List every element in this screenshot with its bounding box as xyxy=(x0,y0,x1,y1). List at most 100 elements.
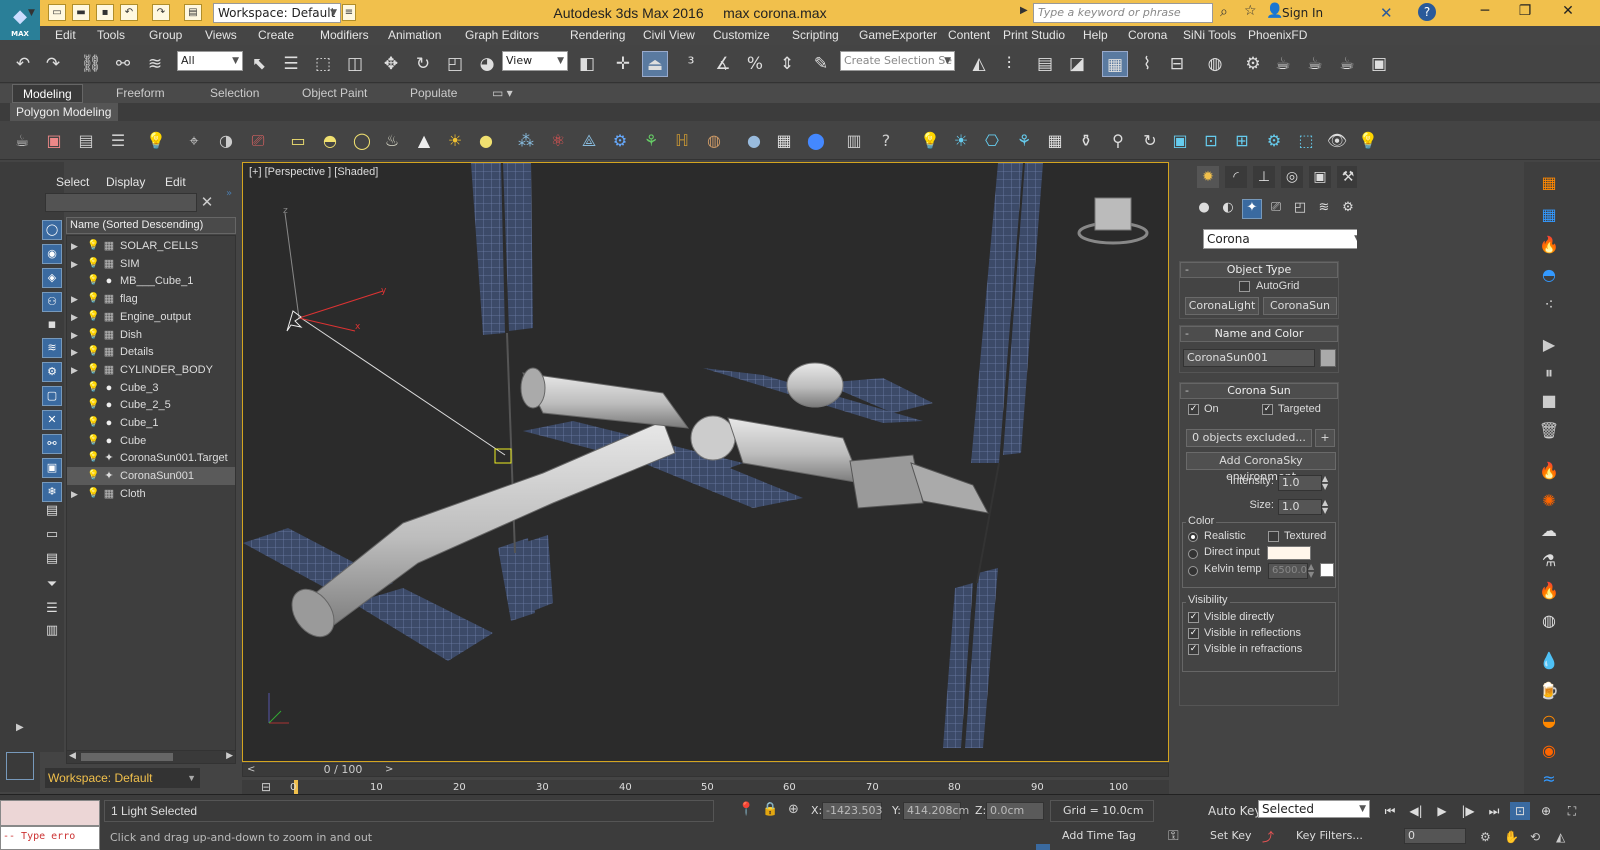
helpers-icon[interactable]: ◰ xyxy=(1290,200,1310,218)
go-to-end-icon[interactable]: ⏭ xyxy=(1484,802,1504,820)
place-icon[interactable]: ◕ xyxy=(474,51,500,77)
realistic-radio[interactable] xyxy=(1188,532,1198,542)
selection-lock-icon[interactable]: 🔒 xyxy=(762,802,778,817)
tab-populate[interactable]: Populate xyxy=(410,84,457,103)
display-frozen-icon[interactable]: ❄ xyxy=(42,482,62,502)
scene-search-input[interactable] xyxy=(45,193,197,212)
phoenix-drop-icon[interactable]: ◍ xyxy=(1538,610,1560,632)
close-icon[interactable]: ✕ xyxy=(199,193,215,212)
expand-arrow-icon[interactable]: ▶ xyxy=(16,722,28,736)
expand-arrow-icon[interactable]: ▶ xyxy=(71,343,81,361)
corona-converter-icon[interactable]: ⚙ xyxy=(1262,129,1286,153)
key-filters-button[interactable]: Key Filters... xyxy=(1296,826,1363,846)
menu-help[interactable]: Help xyxy=(1083,26,1108,45)
scene-menu-edit[interactable]: Edit xyxy=(165,172,186,192)
binoculars-icon[interactable]: ⌕ xyxy=(1220,4,1236,20)
expand-arrow-icon[interactable]: ▶ xyxy=(71,237,81,255)
next-frame-icon[interactable]: |▶ xyxy=(1458,802,1478,820)
object-type-header[interactable]: - Object Type xyxy=(1180,262,1338,278)
select-by-name-icon[interactable]: ☰ xyxy=(278,51,304,77)
category-dropdown[interactable]: Corona▼ xyxy=(1203,229,1365,249)
render-production-icon[interactable]: ☕ xyxy=(1302,51,1328,77)
isolate-pin-icon[interactable]: 📍 xyxy=(738,802,754,817)
clipboard-icon[interactable]: ▥ xyxy=(842,129,866,153)
autogrid-checkbox[interactable] xyxy=(1239,281,1250,292)
light-bulb-icon[interactable]: 💡 xyxy=(87,308,99,326)
trash-icon[interactable]: 🗑 xyxy=(1538,420,1560,442)
geometry-icon[interactable]: ● xyxy=(1194,200,1214,218)
key-mode-dropdown[interactable]: Selected ▼ xyxy=(1258,800,1370,818)
page-icon[interactable]: ▤ xyxy=(42,502,62,522)
corona-sun-icon[interactable]: ☀ xyxy=(949,129,973,153)
bowl-icon[interactable]: ♨ xyxy=(380,129,404,153)
ribbon-options-icon[interactable]: ▭ ▾ xyxy=(492,84,513,103)
phoenix-pour-icon[interactable]: ◒ xyxy=(1538,710,1560,732)
maximize-viewport-icon[interactable]: ⛶ xyxy=(1562,802,1582,820)
chevron-right-icon[interactable]: ▶ xyxy=(1020,5,1032,16)
menu-rendering[interactable]: Rendering xyxy=(570,26,625,45)
expand-arrow-icon[interactable]: ▶ xyxy=(71,308,81,326)
select-manipulate-icon[interactable]: ✛ xyxy=(610,51,636,77)
proxy-icon[interactable]: ⁂ xyxy=(514,129,538,153)
render-activeshade-icon[interactable]: ▣ xyxy=(1366,51,1392,77)
scene-row[interactable]: ▶ 💡 ▦ flag xyxy=(67,290,235,308)
display-xrefs-icon[interactable]: ✕ xyxy=(42,410,62,430)
object-name-input[interactable]: CoronaSun001 xyxy=(1183,349,1315,367)
options-icon[interactable]: ▥ xyxy=(42,622,62,642)
expand-arrow-icon[interactable]: ▶ xyxy=(71,485,81,503)
intensity-spinner-arrows[interactable]: ▲ ▼ xyxy=(1322,475,1328,491)
corona-table-icon[interactable]: ▦ xyxy=(1043,129,1067,153)
ribbon-toggle-icon[interactable]: ▦ xyxy=(1102,51,1128,77)
scene-row[interactable]: ▶ 💡 ▦ CYLINDER_BODY xyxy=(67,361,235,379)
phoenix-particles-icon[interactable]: ⁖ xyxy=(1538,294,1560,316)
menu-tools[interactable]: Tools xyxy=(97,26,125,45)
display-tab-icon[interactable]: ▣ xyxy=(1309,166,1331,188)
light-bulb-icon[interactable]: 💡 xyxy=(87,326,99,344)
gear-icon[interactable]: ⚙ xyxy=(608,129,632,153)
help-icon[interactable]: ? xyxy=(1418,3,1436,21)
light-bulb-icon[interactable]: 💡 xyxy=(87,485,99,503)
scene-row[interactable]: ▶ 💡 ▦ Dish xyxy=(67,326,235,344)
scene-row[interactable]: 💡 ● MB___Cube_1 xyxy=(67,272,235,290)
play-icon[interactable]: ▶ xyxy=(1538,334,1560,356)
star-icon[interactable]: ☆ xyxy=(1244,3,1260,19)
scene-row[interactable]: ▶ 💡 ▦ SOLAR_CELLS xyxy=(67,237,235,255)
search-input[interactable]: Type a keyword or phrase xyxy=(1033,3,1213,23)
phoenix-fire-icon[interactable]: 🔥 xyxy=(1538,234,1560,256)
light-bulb-icon[interactable]: 💡 xyxy=(87,467,99,485)
pyramid-icon[interactable]: ⟁ xyxy=(577,129,601,153)
phoenix-liquid-grid-icon[interactable]: ▦ xyxy=(1538,204,1560,226)
save-icon[interactable]: ▪ xyxy=(96,4,114,21)
maxscript-output[interactable]: -- Type erro xyxy=(0,826,100,850)
shapes-icon[interactable]: ◐ xyxy=(1218,200,1238,218)
absolute-mode-icon[interactable]: ⊕ xyxy=(788,802,804,817)
corona-light-icon[interactable]: 💡 xyxy=(918,129,942,153)
open-file-icon[interactable]: ▬ xyxy=(72,4,90,21)
rendered-frame-window-icon[interactable]: ☕ xyxy=(1270,51,1296,77)
corona-sun-header[interactable]: - Corona Sun xyxy=(1180,383,1338,399)
key-icon[interactable]: ⚿ xyxy=(1168,828,1194,844)
project-folder-icon[interactable]: ▤ xyxy=(184,4,202,21)
snaps-toggle-icon[interactable]: ³ xyxy=(678,51,704,77)
curve-editor-icon[interactable]: ⌇ xyxy=(1134,51,1160,77)
plane-icon[interactable]: ▭ xyxy=(286,129,310,153)
corona-region-icon[interactable]: ⊡ xyxy=(1199,129,1223,153)
zoom-icon[interactable]: ⊕ xyxy=(1536,802,1556,820)
kelvin-spinner-arrows[interactable]: ▲ ▼ xyxy=(1308,563,1314,579)
light-sphere-icon[interactable]: ● xyxy=(474,129,498,153)
field-of-view-icon[interactable]: ◭ xyxy=(1556,830,1565,844)
maxscript-listener-input[interactable] xyxy=(0,800,100,826)
list-icon[interactable]: ☰ xyxy=(106,129,130,153)
scene-explorer-toggle-icon[interactable]: ▤ xyxy=(1032,51,1058,77)
dome-icon[interactable]: ◓ xyxy=(318,129,342,153)
camera-icon[interactable]: ⌖ xyxy=(182,129,206,153)
unlink-icon[interactable]: ⚯ xyxy=(110,51,136,77)
targeted-checkbox[interactable]: ✓ xyxy=(1262,404,1273,415)
x-coord-input[interactable]: -1423.503 xyxy=(822,802,882,820)
menu-animation[interactable]: Animation xyxy=(388,26,441,45)
auto-key-button[interactable]: Auto Key xyxy=(1208,800,1261,822)
named-selection-sets-dropdown[interactable]: Create Selection Se ▼ xyxy=(840,51,955,71)
menu-group[interactable]: Group xyxy=(149,26,182,45)
scroll-thumb[interactable] xyxy=(81,753,173,761)
pause-icon[interactable]: ⏸ xyxy=(1538,362,1560,384)
